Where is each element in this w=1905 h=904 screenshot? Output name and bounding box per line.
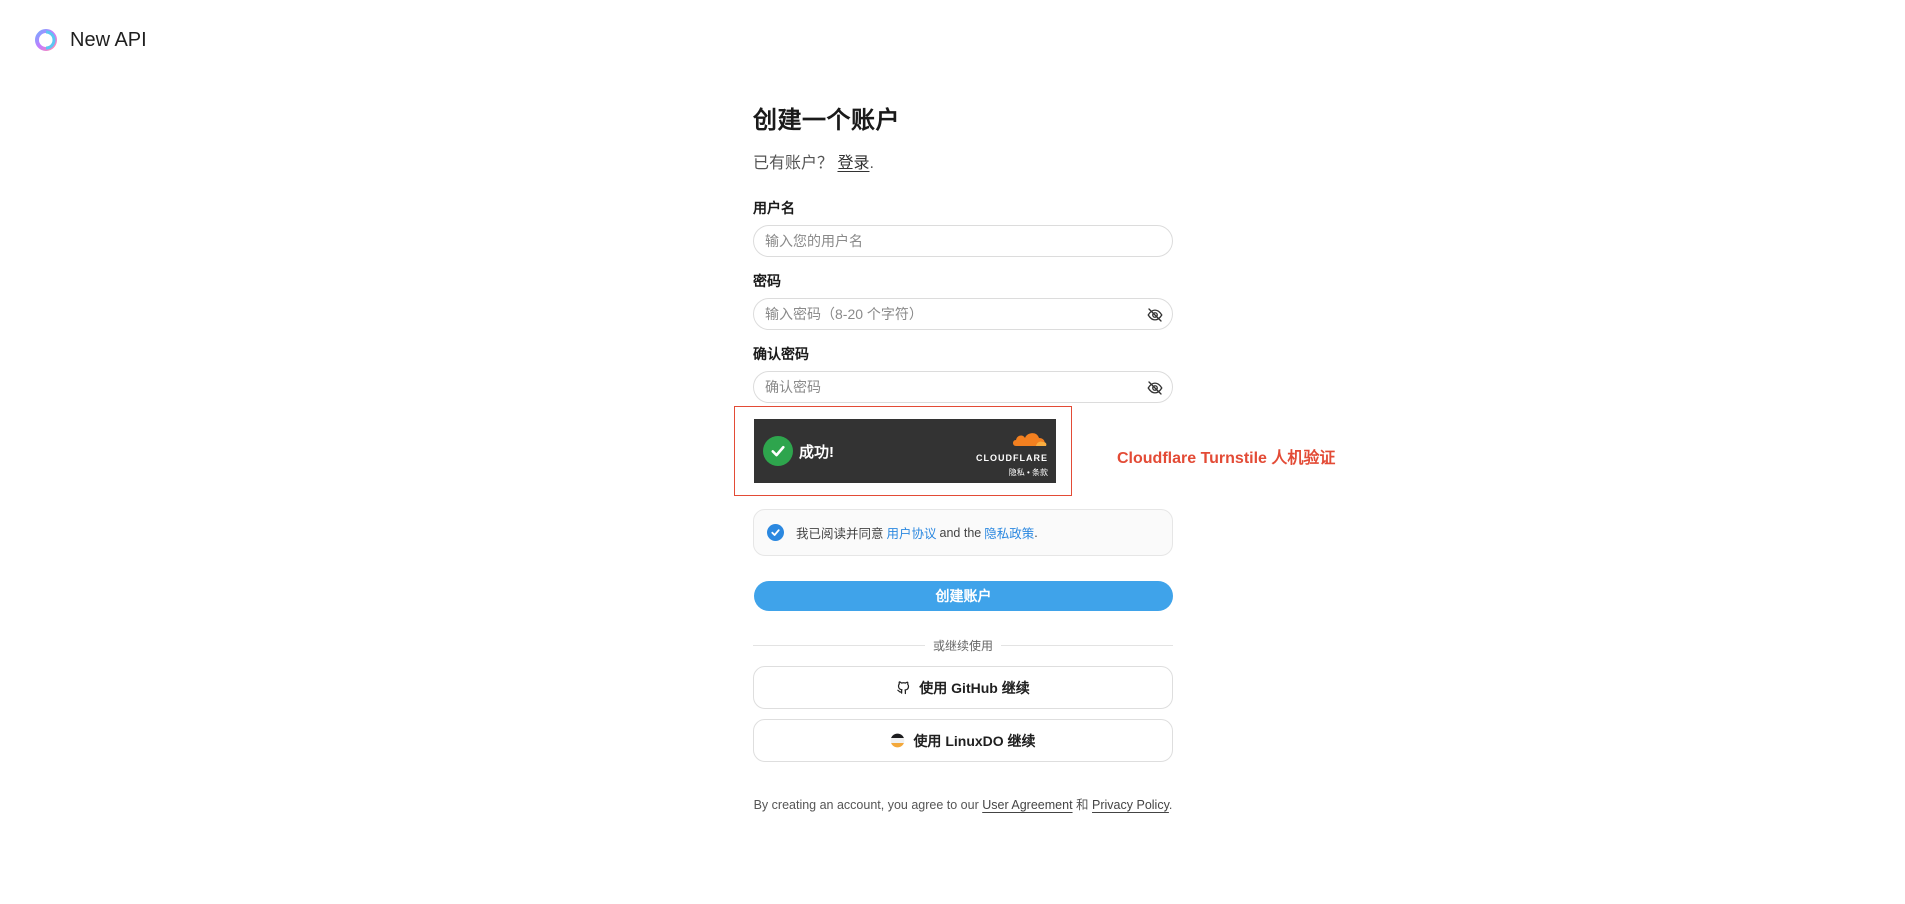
turnstile-status-text: 成功!	[799, 443, 834, 461]
turnstile-annotation-label: Cloudflare Turnstile 人机验证	[1117, 450, 1336, 467]
login-prompt-text: 已有账户？	[753, 155, 834, 172]
create-account-button[interactable]: 创建账户	[754, 581, 1173, 611]
eye-off-icon[interactable]	[1146, 306, 1164, 324]
password-input-wrapper	[753, 298, 1173, 330]
cloudflare-turnstile-widget[interactable]: 成功! CLOUDFLARE 隐私 • 条款	[754, 419, 1056, 483]
agreement-suffix: .	[1034, 525, 1038, 540]
linuxdo-login-button[interactable]: 使用 LinuxDO 继续	[753, 719, 1173, 762]
cloudflare-brand: CLOUDFLARE 隐私 • 条款	[976, 429, 1048, 478]
terms-and: 和	[1076, 798, 1089, 812]
password-field-group: 密码	[753, 271, 1173, 330]
password-input[interactable]	[754, 299, 1172, 329]
confirm-password-input[interactable]	[754, 372, 1172, 402]
brand-header[interactable]: New API	[34, 28, 147, 52]
login-link[interactable]: 登录	[837, 155, 869, 172]
new-api-logo-icon	[35, 29, 57, 51]
agreement-checkbox[interactable]	[767, 524, 784, 541]
github-login-button[interactable]: 使用 GitHub 继续	[753, 666, 1173, 709]
turnstile-privacy-link[interactable]: 隐私	[1009, 468, 1025, 477]
terms-privacy-policy-link[interactable]: Privacy Policy	[1092, 798, 1169, 812]
username-input[interactable]	[754, 226, 1172, 256]
cloudflare-cloud-icon	[1013, 433, 1047, 446]
password-label: 密码	[753, 273, 781, 289]
username-field-group: 用户名	[753, 198, 1173, 257]
terms-prefix: By creating an account, you agree to our	[753, 798, 979, 812]
or-divider: 或继续使用	[753, 637, 1173, 653]
eye-off-icon[interactable]	[1146, 379, 1164, 397]
github-icon	[897, 681, 910, 695]
linuxdo-icon	[891, 733, 905, 748]
agreement-box: 我已阅读并同意 用户协议 and the 隐私政策.	[753, 509, 1173, 556]
agreement-and-text: and the	[939, 525, 982, 540]
confirm-password-input-wrapper	[753, 371, 1173, 403]
success-check-icon	[763, 436, 793, 466]
user-agreement-link[interactable]: 用户协议	[887, 523, 937, 542]
register-form: 创建一个账户 已有账户？ 登录. 用户名 密码 确认密码	[753, 100, 1173, 403]
cloudflare-brand-name: CLOUDFLARE	[976, 453, 1048, 463]
turnstile-links: 隐私 • 条款	[976, 467, 1048, 478]
terms-user-agreement-link[interactable]: User Agreement	[982, 798, 1072, 812]
agreement-text: 我已阅读并同意	[796, 527, 884, 541]
login-prompt: 已有账户？ 登录.	[753, 149, 1173, 173]
username-label: 用户名	[753, 200, 795, 216]
terms-footer: By creating an account, you agree to our…	[753, 794, 1173, 813]
confirm-password-label: 确认密码	[753, 346, 809, 362]
privacy-policy-link[interactable]: 隐私政策	[984, 523, 1034, 542]
register-page: New API 创建一个账户 已有账户？ 登录. 用户名 密码	[0, 0, 1905, 904]
github-login-label: 使用 GitHub 继续	[919, 679, 1030, 696]
terms-suffix: .	[1168, 798, 1173, 812]
turnstile-link-separator: •	[1026, 468, 1030, 477]
brand-name: New API	[70, 28, 147, 51]
username-input-wrapper	[753, 225, 1173, 257]
check-icon	[771, 529, 780, 536]
linuxdo-login-label: 使用 LinuxDO 继续	[913, 732, 1036, 749]
divider-text: 或继续使用	[933, 638, 994, 653]
turnstile-terms-link[interactable]: 条款	[1032, 468, 1048, 477]
page-title: 创建一个账户	[753, 107, 900, 134]
confirm-password-field-group: 确认密码	[753, 344, 1173, 403]
login-prompt-suffix: .	[869, 155, 874, 172]
